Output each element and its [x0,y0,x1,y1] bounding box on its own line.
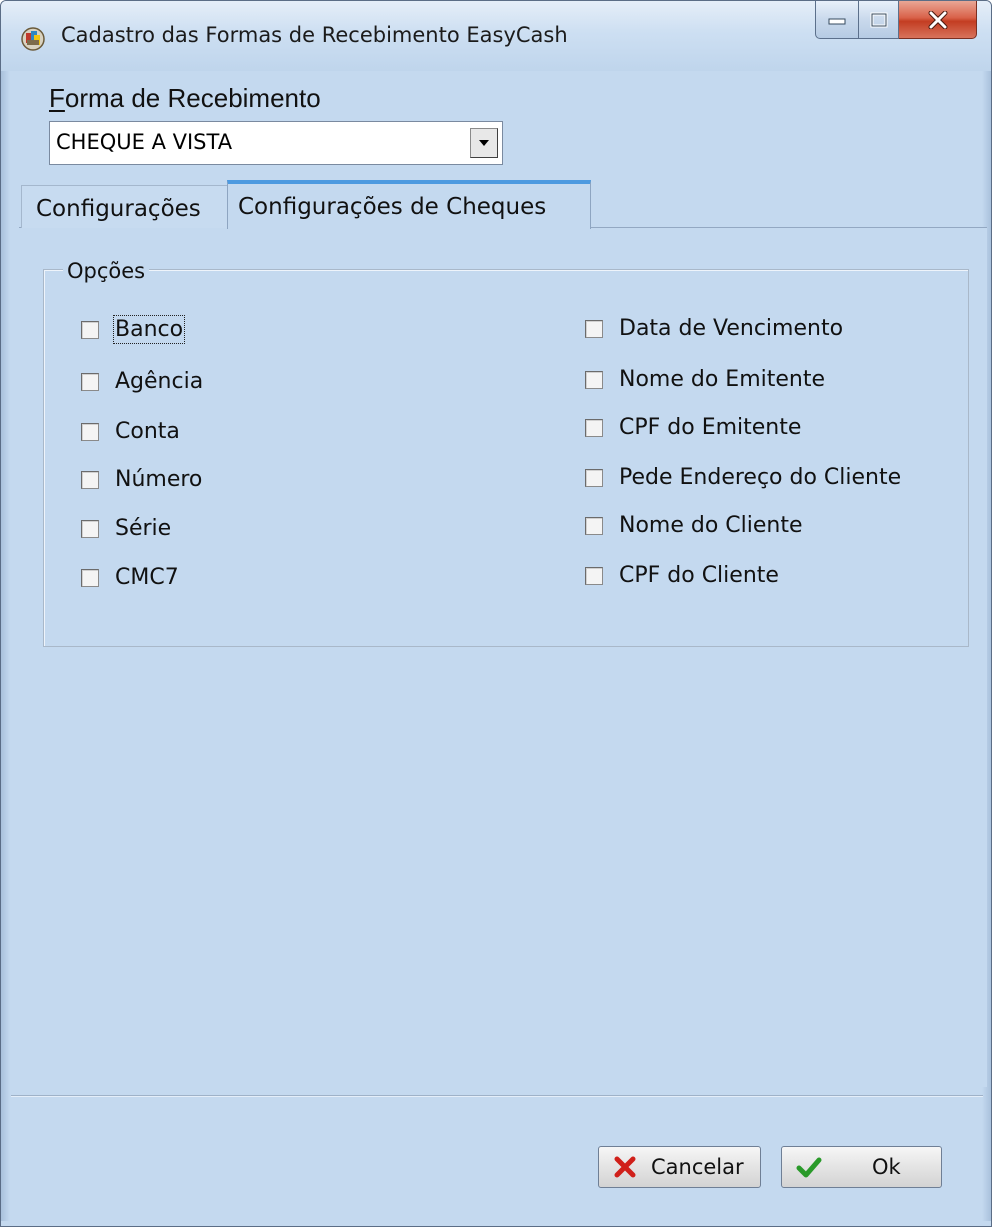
forma-recebimento-label-text: Forma de Recebimento [49,83,321,113]
tab-configuracoes-cheques[interactable]: Configurações de Cheques [227,180,591,229]
ok-button-label: Ok [872,1155,901,1179]
window-title: Cadastro das Formas de Recebimento EasyC… [61,23,568,47]
checkbox-data-vencimento[interactable]: Data de Vencimento [585,316,843,341]
checkbox-conta[interactable]: Conta [81,419,180,444]
checkbox-cmc7[interactable]: CMC7 [81,565,179,590]
checkbox-label: Conta [115,419,180,444]
checkbox-box[interactable] [585,516,603,535]
checkbox-box[interactable] [81,422,99,441]
checkbox-numero[interactable]: Número [81,467,202,492]
checkbox-label: Banco [112,315,186,344]
ok-button[interactable]: Ok [781,1146,942,1188]
checkbox-box[interactable] [585,566,603,585]
checkbox-nome-emitente[interactable]: Nome do Emitente [585,367,825,392]
checkbox-box[interactable] [81,568,99,587]
tab-configuracoes[interactable]: Configurações [21,185,235,228]
forma-recebimento-label: Forma de Recebimento [49,83,321,114]
footer-separator [11,1095,983,1096]
checkbox-serie[interactable]: Série [81,516,171,541]
forma-recebimento-select[interactable]: CHEQUE A VISTA [49,121,503,165]
maximize-icon [870,12,887,27]
checkbox-label: Série [115,516,172,541]
checkbox-label: CPF do Emitente [619,415,802,440]
opcoes-legend: Opções [63,259,150,283]
tab-configuracoes-label: Configurações [36,196,201,222]
tab-configuracoes-cheques-label: Configurações de Cheques [238,194,547,220]
minimize-icon [828,18,846,24]
checkbox-cpf-cliente[interactable]: CPF do Cliente [585,563,779,588]
checkbox-label: Número [115,467,203,492]
checkbox-nome-cliente[interactable]: Nome do Cliente [585,513,803,538]
maximize-button[interactable] [859,1,899,39]
checkbox-box[interactable] [585,468,603,487]
checkbox-box[interactable] [585,370,603,389]
green-check-icon [796,1157,822,1178]
checkbox-box[interactable] [81,470,99,489]
window-frame-left [1,71,10,1221]
cancel-button-label: Cancelar [651,1155,744,1179]
dialog-window: Cadastro das Formas de Recebimento EasyC… [0,0,992,1227]
checkbox-box[interactable] [81,320,99,339]
checkbox-label: Pede Endereço do Cliente [619,465,902,490]
checkbox-banco[interactable]: Banco [81,315,186,344]
checkbox-label: Nome do Cliente [619,513,803,538]
checkbox-box[interactable] [81,372,99,391]
close-button[interactable] [899,1,977,39]
checkbox-label: Data de Vencimento [619,316,844,341]
checkbox-cpf-emitente[interactable]: CPF do Emitente [585,415,801,440]
app-icon [21,27,45,51]
checkbox-agencia[interactable]: Agência [81,369,203,394]
forma-recebimento-value: CHEQUE A VISTA [56,130,233,154]
checkbox-box[interactable] [585,418,603,437]
chevron-down-icon [479,140,489,146]
red-x-icon [614,1156,636,1178]
checkbox-label: Agência [115,369,204,394]
checkbox-label: CMC7 [115,565,179,590]
checkbox-box[interactable] [585,319,603,338]
checkbox-pede-endereco-cliente[interactable]: Pede Endereço do Cliente [585,465,901,490]
cancel-button[interactable]: Cancelar [598,1146,761,1188]
checkbox-box[interactable] [81,519,99,538]
caption-buttons [815,1,977,39]
title-bar[interactable]: Cadastro das Formas de Recebimento EasyC… [1,1,991,71]
dropdown-button[interactable] [470,128,498,158]
minimize-button[interactable] [815,1,859,39]
mnemonic-letter: F [49,83,65,113]
checkbox-label: CPF do Cliente [619,563,779,588]
checkbox-label: Nome do Emitente [619,367,826,392]
close-icon [928,10,947,29]
